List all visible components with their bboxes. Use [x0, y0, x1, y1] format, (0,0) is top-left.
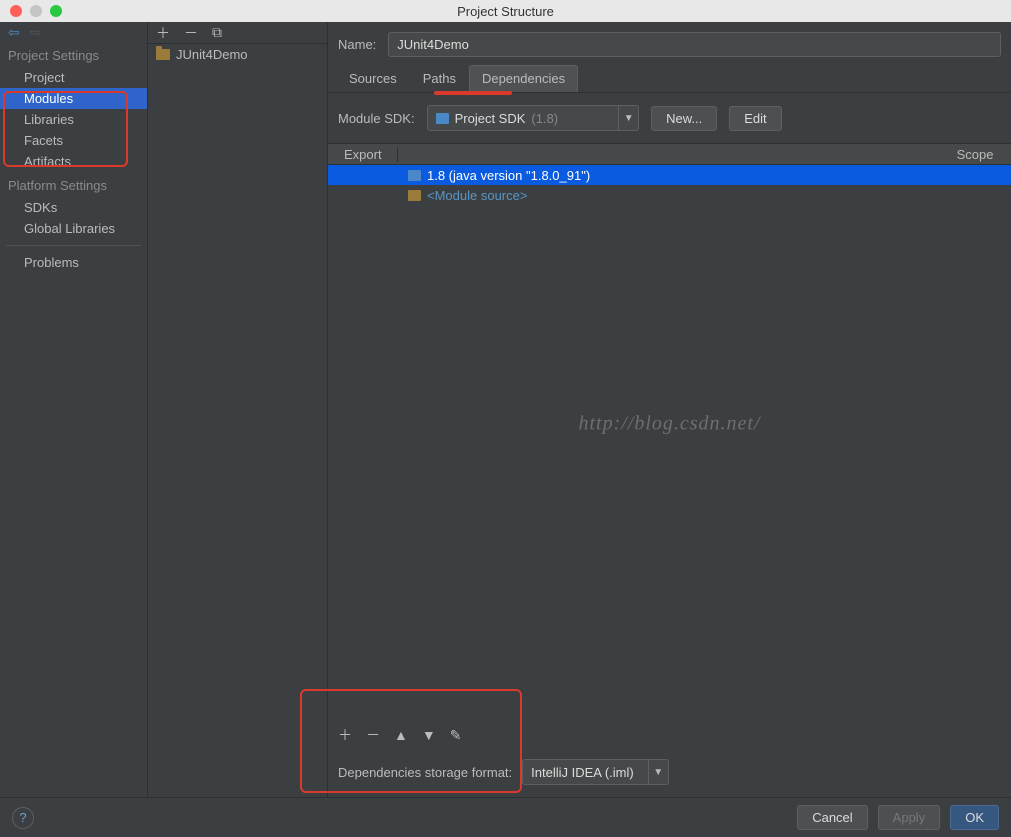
sidebar-item-problems[interactable]: Problems [0, 252, 147, 273]
chevron-down-icon[interactable]: ▼ [648, 760, 668, 784]
ok-button[interactable]: OK [950, 805, 999, 830]
module-sdk-suffix: (1.8) [531, 111, 558, 126]
sidebar-item-facets[interactable]: Facets [0, 130, 147, 151]
tab-paths[interactable]: Paths [410, 65, 469, 92]
deps-body: 1.8 (java version "1.8.0_91") <Module so… [328, 165, 1011, 717]
sidebar-item-libraries[interactable]: Libraries [0, 109, 147, 130]
sidebar: ⇦ ⇨ Project Settings Project Modules Lib… [0, 22, 148, 797]
content-panel: Name: Sources Paths Dependencies Module … [328, 22, 1011, 797]
module-sdk-label: Module SDK: [338, 111, 415, 126]
chevron-down-icon[interactable]: ▼ [618, 106, 638, 130]
remove-dependency-icon[interactable]: － [366, 725, 380, 745]
dep-row-sdk[interactable]: 1.8 (java version "1.8.0_91") [328, 165, 1011, 185]
footer: ? Cancel Apply OK [0, 797, 1011, 837]
module-sdk-value: Project SDK [455, 111, 526, 126]
dep-row-label: 1.8 (java version "1.8.0_91") [427, 168, 590, 183]
sdk-icon [408, 170, 421, 181]
sdk-folder-icon [436, 113, 449, 124]
storage-value: IntelliJ IDEA (.iml) [531, 765, 634, 780]
module-toolbar: ＋ － ⧉ [148, 22, 327, 44]
storage-label: Dependencies storage format: [338, 765, 512, 780]
sidebar-item-project[interactable]: Project [0, 67, 147, 88]
window-title: Project Structure [0, 4, 1011, 19]
col-export[interactable]: Export [328, 147, 398, 162]
module-list: JUnit4Demo [148, 44, 327, 797]
module-panel: ＋ － ⧉ JUnit4Demo [148, 22, 328, 797]
sidebar-item-global-libraries[interactable]: Global Libraries [0, 218, 147, 239]
annotation-underline-dependencies [434, 91, 512, 95]
dep-row-module-source[interactable]: <Module source> [328, 185, 1011, 205]
module-folder-icon [156, 49, 170, 60]
deps-table-head: Export Scope [328, 143, 1011, 165]
main-area: ⇦ ⇨ Project Settings Project Modules Lib… [0, 22, 1011, 797]
tab-sources[interactable]: Sources [336, 65, 410, 92]
cancel-button[interactable]: Cancel [797, 805, 867, 830]
module-item-junit4demo[interactable]: JUnit4Demo [148, 44, 327, 65]
name-row: Name: [328, 22, 1011, 65]
col-scope[interactable]: Scope [939, 147, 1011, 162]
edit-dependency-icon[interactable]: ✎ [450, 727, 462, 744]
watermark-text: http://blog.csdn.net/ [578, 413, 760, 436]
new-sdk-button[interactable]: New... [651, 106, 717, 131]
module-source-icon [408, 190, 421, 201]
nav-forward-icon[interactable]: ⇨ [30, 24, 42, 41]
apply-button[interactable]: Apply [878, 805, 941, 830]
sidebar-item-modules[interactable]: Modules [0, 88, 147, 109]
nav-arrows: ⇦ ⇨ [0, 22, 147, 42]
tabs-row: Sources Paths Dependencies [328, 65, 1011, 93]
sidebar-item-artifacts[interactable]: Artifacts [0, 151, 147, 172]
name-label: Name: [338, 37, 376, 52]
move-down-icon[interactable]: ▼ [422, 727, 436, 743]
deps-toolbar: ＋ － ▲ ▼ ✎ [328, 717, 1011, 753]
edit-sdk-button[interactable]: Edit [729, 106, 781, 131]
remove-module-icon[interactable]: － [184, 23, 198, 43]
sidebar-divider [6, 245, 141, 246]
module-name-input[interactable] [388, 32, 1001, 57]
move-up-icon[interactable]: ▲ [394, 727, 408, 743]
nav-back-icon[interactable]: ⇦ [8, 24, 20, 41]
section-header-project-settings: Project Settings [0, 42, 147, 67]
add-module-icon[interactable]: ＋ [156, 23, 170, 43]
tab-dependencies[interactable]: Dependencies [469, 65, 578, 92]
copy-module-icon[interactable]: ⧉ [212, 24, 222, 41]
sdk-row: Module SDK: Project SDK (1.8) ▼ New... E… [328, 93, 1011, 143]
module-sdk-combo[interactable]: Project SDK (1.8) ▼ [427, 105, 640, 131]
section-header-platform-settings: Platform Settings [0, 172, 147, 197]
titlebar: Project Structure [0, 0, 1011, 22]
help-icon[interactable]: ? [12, 807, 34, 829]
dep-row-label: <Module source> [427, 188, 527, 203]
module-item-label: JUnit4Demo [176, 47, 248, 62]
storage-format-combo[interactable]: IntelliJ IDEA (.iml) ▼ [522, 759, 669, 785]
storage-row: Dependencies storage format: IntelliJ ID… [328, 753, 1011, 797]
sidebar-item-sdks[interactable]: SDKs [0, 197, 147, 218]
add-dependency-icon[interactable]: ＋ [338, 725, 352, 745]
